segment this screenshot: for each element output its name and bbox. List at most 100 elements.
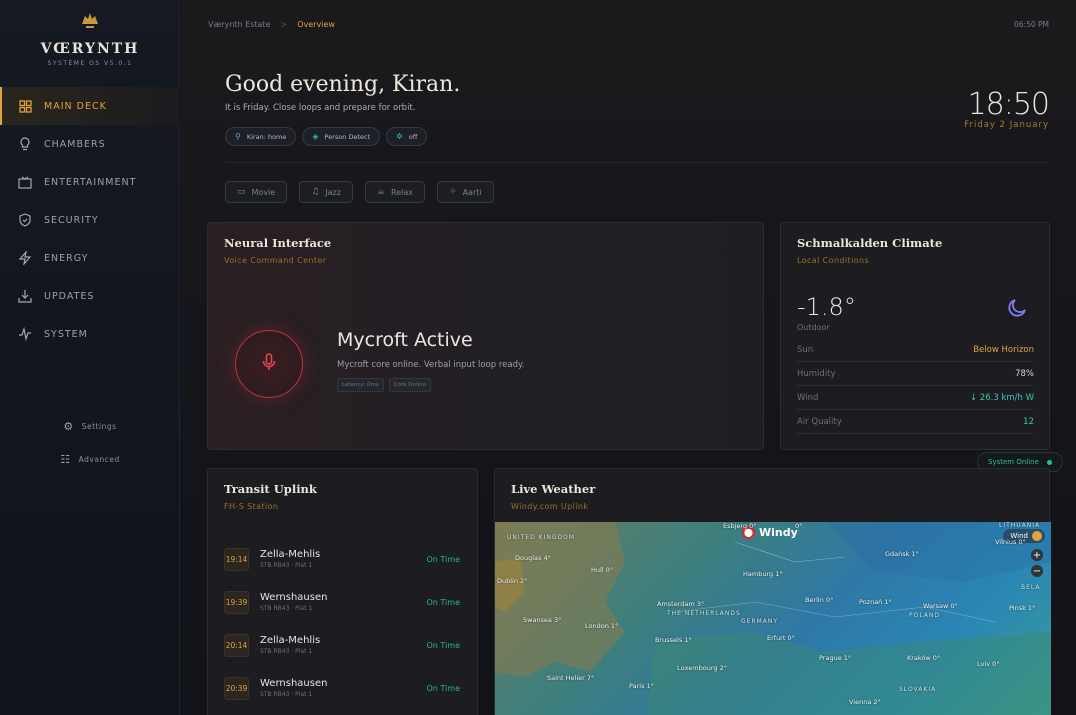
shield-icon bbox=[18, 213, 32, 227]
sidebar-item-system[interactable]: SYSTEM bbox=[0, 315, 180, 353]
departure-time: 19:14 bbox=[224, 547, 249, 571]
transit-card: Transit Uplink FH-S Station 19:14 Zella-… bbox=[207, 468, 478, 715]
line-info: STB RB43 · Plat 1 bbox=[260, 562, 313, 569]
app-root: VŒRYNTH SYSTÈME OS V5.0.1 MAIN DECK CHAM… bbox=[0, 0, 1076, 715]
map-label: BELA bbox=[1021, 584, 1041, 591]
map-label: 0° bbox=[795, 522, 803, 530]
card-title: Transit Uplink bbox=[224, 482, 317, 496]
presence-chip[interactable]: ⚲ Kiran: home bbox=[225, 127, 297, 146]
map-label: Erfurt 0° bbox=[767, 634, 795, 642]
row-value: Below Horizon bbox=[973, 344, 1034, 355]
line-info: STB RB43 · Plat 1 bbox=[260, 691, 313, 698]
status-badge: On Time bbox=[426, 597, 461, 607]
advanced-link[interactable]: ☷ Advanced bbox=[0, 453, 180, 466]
map-label: UNITED KINGDOM bbox=[507, 534, 575, 541]
sidebar-item-main-deck[interactable]: MAIN DECK bbox=[0, 87, 180, 125]
outdoor-temperature: -1.8° bbox=[797, 293, 856, 321]
list-item[interactable]: 20:14 Zella-Mehlis STB RB43 · Plat 1 On T… bbox=[224, 630, 464, 660]
voice-tags: Latency: 0ms Core Online bbox=[337, 378, 525, 392]
bulb-icon bbox=[18, 137, 32, 151]
row-key: Air Quality bbox=[797, 416, 842, 427]
brand-name: VŒRYNTH bbox=[40, 41, 140, 57]
map-label: Amsterdam 3° bbox=[657, 600, 705, 608]
latency-tag: Latency: 0ms bbox=[337, 378, 384, 392]
row-value: 12 bbox=[1023, 416, 1034, 427]
cup-icon: ☕ bbox=[376, 187, 386, 197]
scene-jazz-button[interactable]: ♫ Jazz bbox=[299, 181, 353, 203]
greeting-subtitle: It is Friday. Close loops and prepare fo… bbox=[225, 103, 416, 113]
card-subtitle: Windy.com Uplink bbox=[511, 502, 589, 511]
list-item[interactable]: 19:14 Zella-Mehlis STB RB43 · Plat 1 On T… bbox=[224, 544, 464, 574]
row-value: ↓ 26.3 km/h W bbox=[969, 392, 1034, 403]
sidebar-item-updates[interactable]: UPDATES bbox=[0, 277, 180, 315]
list-item[interactable]: 20:39 Wernshausen STB RB43 · Plat 1 On Ti… bbox=[224, 673, 464, 703]
departure-time: 19:39 bbox=[224, 590, 249, 614]
sidebar-item-label: ENTERTAINMENT bbox=[44, 176, 137, 188]
departure-time: 20:14 bbox=[224, 633, 249, 657]
settings-link[interactable]: ⚙ Settings bbox=[0, 420, 180, 433]
fan-chip[interactable]: ✲ off bbox=[386, 127, 428, 146]
download-icon bbox=[18, 289, 32, 303]
weather-map[interactable]: ⬤ Windy Wind + − UNITED KINGDOM Douglas 4… bbox=[495, 522, 1051, 715]
scene-aarti-button[interactable]: ✧ Aarti bbox=[437, 181, 494, 203]
card-title: Schmalkalden Climate bbox=[797, 236, 943, 250]
brand-version: SYSTÈME OS V5.0.1 bbox=[47, 60, 133, 67]
departure-time: 20:39 bbox=[224, 676, 249, 700]
brand-logo: VŒRYNTH SYSTÈME OS V5.0.1 bbox=[0, 10, 180, 67]
climate-card: Schmalkalden Climate Local Conditions -1… bbox=[780, 222, 1050, 450]
fan-icon: ✲ bbox=[396, 132, 403, 141]
destination: Zella-Mehlis bbox=[260, 549, 321, 560]
clock-date: Friday 2 January bbox=[964, 120, 1049, 130]
map-label: Vilnius 0° bbox=[995, 538, 1026, 546]
clock-time: 18:50 bbox=[967, 87, 1050, 122]
wind-layer-icon bbox=[1032, 531, 1042, 541]
music-icon: ♫ bbox=[311, 187, 320, 197]
map-label: POLAND bbox=[909, 612, 941, 619]
card-title: Live Weather bbox=[511, 482, 596, 496]
scene-label: Aarti bbox=[462, 187, 482, 197]
microphone-icon bbox=[262, 353, 276, 375]
sidebar-item-label: SYSTEM bbox=[44, 328, 88, 340]
sidebar-item-security[interactable]: SECURITY bbox=[0, 201, 180, 239]
sliders-icon: ☷ bbox=[60, 453, 71, 466]
sparkle-icon: ✧ bbox=[449, 187, 457, 197]
climate-row-humidity: Humidity 78% bbox=[797, 362, 1034, 386]
climate-row-wind: Wind ↓ 26.3 km/h W bbox=[797, 386, 1034, 410]
zoom-in-button[interactable]: + bbox=[1031, 549, 1043, 561]
climate-row-air-quality: Air Quality 12 bbox=[797, 410, 1034, 434]
sidebar: VŒRYNTH SYSTÈME OS V5.0.1 MAIN DECK CHAM… bbox=[0, 0, 180, 715]
sidebar-item-label: ENERGY bbox=[44, 252, 89, 264]
map-label: Paris 1° bbox=[629, 682, 654, 690]
breadcrumb-current: Overview bbox=[297, 19, 335, 29]
user-icon: ⚲ bbox=[235, 132, 241, 141]
microphone-button[interactable] bbox=[235, 330, 303, 398]
scene-movie-button[interactable]: ▭ Movie bbox=[225, 181, 288, 203]
map-label: Lviv 0° bbox=[977, 660, 1000, 668]
list-item[interactable]: 19:39 Wernshausen STB RB43 · Plat 1 On Ti… bbox=[224, 587, 464, 617]
core-tag: Core Online bbox=[388, 378, 431, 392]
temperature-label: Outdoor bbox=[797, 323, 830, 332]
sidebar-item-entertainment[interactable]: ENTERTAINMENT bbox=[0, 163, 180, 201]
sidebar-item-label: UPDATES bbox=[44, 290, 95, 302]
breadcrumb-separator: > bbox=[280, 19, 288, 29]
breadcrumb: Værynth Estate > Overview 06:50 PM bbox=[181, 0, 1076, 48]
map-label: Hull 0° bbox=[591, 566, 614, 574]
pulse-icon bbox=[18, 327, 32, 341]
sidebar-item-chambers[interactable]: CHAMBERS bbox=[0, 125, 180, 163]
status-dot bbox=[1046, 459, 1052, 465]
person-detect-chip[interactable]: ◈ Person Detect bbox=[302, 127, 381, 146]
zoom-out-button[interactable]: − bbox=[1031, 565, 1043, 577]
map-label: London 1° bbox=[585, 622, 619, 630]
line-info: STB RB43 · Plat 1 bbox=[260, 648, 313, 655]
sidebar-item-energy[interactable]: ENERGY bbox=[0, 239, 180, 277]
scene-label: Movie bbox=[251, 187, 276, 197]
status-chips: ⚲ Kiran: home ◈ Person Detect ✲ off bbox=[225, 127, 428, 146]
scene-relax-button[interactable]: ☕ Relax bbox=[364, 181, 426, 203]
main-clock: 18:50 Friday 2 January bbox=[964, 87, 1050, 130]
breadcrumb-root[interactable]: Værynth Estate bbox=[208, 20, 271, 29]
map-label: SLOVAKIA bbox=[899, 686, 937, 693]
sidebar-nav: MAIN DECK CHAMBERS ENTERTAINMENT SECURIT… bbox=[0, 87, 180, 353]
map-label: LITHUANIA bbox=[999, 522, 1041, 529]
tv-icon bbox=[18, 175, 32, 189]
map-label: Hamburg 1° bbox=[743, 570, 783, 578]
